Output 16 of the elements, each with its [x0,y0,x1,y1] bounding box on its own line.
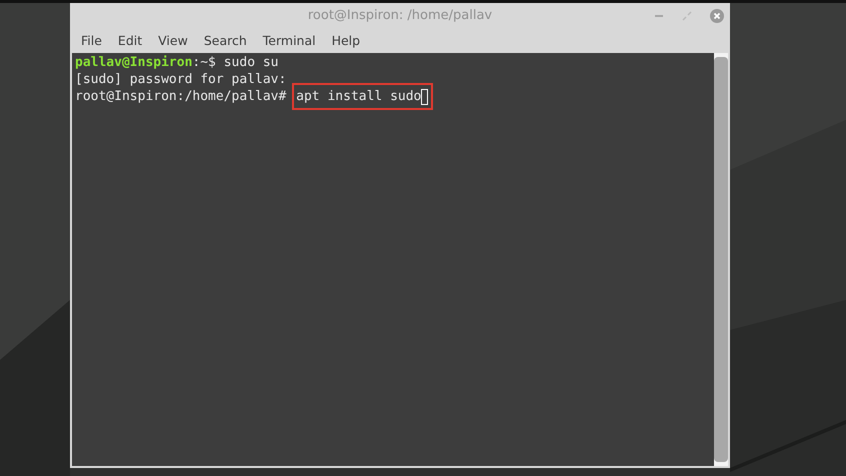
menu-item[interactable]: Search [196,31,255,50]
menu-item[interactable]: View [150,31,196,50]
maximize-icon[interactable] [682,10,692,20]
terminal-line: :~$ sudo su [192,54,278,71]
terminal-area[interactable]: pallav@Inspiron:~$ sudo su [sudo] password for pallav: root@Inspiron:/home/pallav# apt install sudo [72,53,714,466]
menu-item[interactable]: File [73,31,110,50]
menu-item[interactable]: Help [324,31,368,50]
prompt-user: pallav@Inspiron [75,54,192,71]
terminal-line: [sudo] password for pallav: [75,71,286,88]
scrollbar[interactable] [714,53,728,466]
command-text: apt install sudo [296,88,422,105]
menu-item[interactable]: Edit [110,31,150,50]
terminal-line: root@Inspiron:/home/pallav# [75,88,288,105]
close-icon[interactable] [710,8,724,22]
window-title: root@Inspiron: /home/pallav [306,8,494,23]
menu-item[interactable]: Terminal [254,31,324,50]
